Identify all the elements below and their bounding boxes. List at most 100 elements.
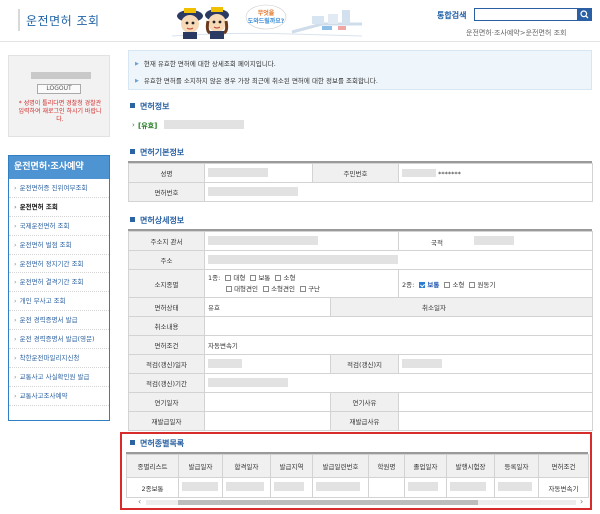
sidebar-item-suspension-period[interactable]: 운전면허 정지기간 조회	[9, 255, 109, 274]
fit-area-value	[398, 354, 593, 374]
col-class-list: 종별리스트	[126, 454, 179, 478]
detail-info-table: 주소지 관서 국적 주소 소지종별 1종: 대형 보통 소형 대형견인 소형견인…	[128, 231, 593, 431]
fit-period-value	[204, 373, 593, 393]
sidebar-item-disqualification-period[interactable]: 운전면허 결격기간 조회	[9, 273, 109, 293]
section-title-detail-info: 면허상세정보	[130, 215, 184, 226]
fit-period-label: 적검(갱신)기간	[128, 373, 205, 393]
class1-wrecker-checkbox[interactable]	[300, 285, 307, 292]
name-value	[204, 163, 313, 183]
class2-regular-label: 보통	[427, 280, 440, 289]
notice-box: 현재 유효한 면허에 대한 상세조회 페이지입니다. 유효한 면허를 소지하지 …	[128, 50, 592, 90]
class1-wrecker-label: 구난	[308, 284, 321, 293]
cancel-content-label: 취소내용	[128, 316, 205, 336]
class1-regular-label: 보통	[258, 273, 271, 282]
nationality-label: 국적	[431, 238, 443, 247]
extend-reason-value	[398, 392, 593, 412]
class1-large-tow-label: 대형견인	[234, 284, 258, 293]
status-value: 유효	[204, 297, 331, 317]
sidebar-item-penalty-points[interactable]: 운전면허 벌점 조회	[9, 236, 109, 255]
class2-moped-label: 원동기	[477, 280, 496, 289]
scrollbar-thumb[interactable]	[178, 500, 478, 505]
class2-options: 2종: 보통 소형 원동기	[398, 269, 593, 298]
section-title-basic-info: 면허기본정보	[130, 147, 184, 158]
license-no-value	[204, 182, 593, 202]
status-label: 면허상태	[128, 297, 205, 317]
search-input[interactable]	[474, 8, 578, 21]
class2-small-checkbox[interactable]	[444, 281, 451, 288]
nationality-cell: 국적	[398, 231, 593, 251]
sidebar-item-driving-record[interactable]: 운전 경력증명서 발급	[9, 311, 109, 331]
logout-button[interactable]: LOGOUT	[37, 84, 81, 94]
fit-date-label: 적검(갱신)일자	[128, 354, 205, 374]
sidebar-item-no-accident[interactable]: 개인 무사고 조회	[9, 292, 109, 312]
class-list-horizontal-scrollbar[interactable]: ‹ ›	[138, 497, 586, 506]
sidebar-item-license-authenticity[interactable]: 운전면허증 진위여부조회	[9, 179, 109, 198]
login-panel: LOGOUT * 성명이 틀리다면 경찰청 경찰관 입력하여 재로그인 하시기 …	[8, 55, 110, 137]
search-label: 통합검색	[437, 11, 467, 20]
reissue-reason-label: 재발급사유	[330, 411, 399, 431]
row-test-site	[446, 477, 495, 498]
class1-small-tow-label: 소형견인	[271, 284, 295, 293]
row-registration-date	[494, 477, 539, 498]
sidebar-item-good-driving-mileage[interactable]: 착한운전마일리지신청	[9, 349, 109, 368]
page-title: 운전면허 조회	[18, 9, 100, 31]
class2-moped-checkbox[interactable]	[469, 281, 476, 288]
col-issue-area: 발급지역	[270, 454, 313, 478]
reissue-reason-value	[398, 411, 593, 431]
svg-text:도와드릴까요?: 도와드릴까요?	[248, 17, 285, 25]
table-row: 2종보통 자동변속기	[126, 477, 589, 498]
sidebar-item-driving-record-english[interactable]: 운전 경력증명서 발급(영문)	[9, 330, 109, 350]
class1-small-checkbox[interactable]	[275, 274, 282, 281]
row-issue-serial	[312, 477, 369, 498]
sidebar-item-accident-reservation[interactable]: 교통사고조사예약	[9, 387, 109, 406]
col-academy: 학원명	[368, 454, 405, 478]
name-label: 성명	[128, 163, 205, 183]
license-no-label: 면허번호	[128, 182, 205, 202]
condition-label: 면허조건	[128, 335, 205, 355]
section-title-class-list: 면허종별목록	[130, 438, 184, 449]
row-class: 2종보통	[126, 477, 179, 498]
col-issue-date: 발급일자	[178, 454, 223, 478]
license-type-marker: ›	[132, 121, 135, 129]
class1-small-tow-checkbox[interactable]	[263, 285, 270, 292]
row-academy	[368, 477, 405, 498]
cancel-date-cell: 취소일자	[330, 297, 593, 317]
class1-large-checkbox[interactable]	[225, 274, 232, 281]
class1-regular-checkbox[interactable]	[250, 274, 257, 281]
scroll-right-icon[interactable]: ›	[580, 497, 583, 506]
class2-small-label: 소형	[452, 280, 465, 289]
extend-reason-label: 연기사유	[330, 392, 399, 412]
extend-date-label: 연기일자	[128, 392, 205, 412]
row-graduation-date	[404, 477, 447, 498]
cancel-content-value	[204, 316, 593, 336]
search-button[interactable]	[577, 8, 592, 21]
rrn-value: *******	[398, 163, 593, 183]
fit-date-value	[204, 354, 331, 374]
section-title-license-info: 면허정보	[130, 101, 169, 112]
redacted-license-type	[164, 120, 244, 129]
address-office-label: 주소지 관서	[128, 231, 205, 251]
site-header: 운전면허 조회 무엇을 도와드릴까요? 통합검색 운전면허·조사예약>운전면허 …	[0, 0, 600, 42]
classes-label: 소지종별	[128, 269, 205, 298]
row-issue-area	[270, 477, 313, 498]
row-condition: 자동변속기	[538, 477, 589, 498]
sidebar-item-accident-certificate[interactable]: 교통사고 사실확인원 발급	[9, 368, 109, 387]
sidebar-item-intl-license[interactable]: 국제운전면허 조회	[9, 217, 109, 236]
class2-regular-checkbox[interactable]	[419, 281, 426, 288]
rrn-masked: *******	[438, 169, 461, 178]
notice-line-2: 유효한 면허를 소지하지 않은 경우 가장 최근에 취소된 면허에 대한 정보를…	[135, 75, 378, 85]
sidebar-item-license-inquiry[interactable]: 운전면허 조회	[9, 198, 109, 217]
notice-line-1: 현재 유효한 면허에 대한 상세조회 페이지입니다.	[135, 58, 276, 68]
address-office-value	[204, 231, 399, 251]
address-value	[204, 250, 593, 270]
reissue-date-label: 재발급일자	[128, 411, 205, 431]
scroll-left-icon[interactable]: ‹	[138, 497, 141, 506]
class1-large-tow-checkbox[interactable]	[226, 285, 233, 292]
class1-prefix: 1종:	[208, 273, 221, 282]
fit-area-label: 적검(갱신)지	[330, 354, 399, 374]
class2-prefix: 2종:	[402, 280, 415, 289]
condition-value: 자동변속기	[204, 335, 593, 355]
col-condition: 면허조건	[538, 454, 589, 478]
col-test-site: 발행시험장	[446, 454, 495, 478]
class1-small-label: 소형	[283, 273, 296, 282]
